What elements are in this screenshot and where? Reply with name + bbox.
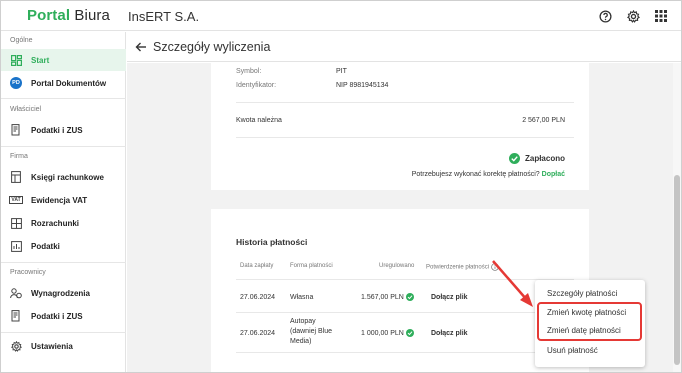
menu-item-payment-details[interactable]: Szczegóły płatności (535, 284, 645, 302)
highlight-box (537, 302, 642, 341)
menu-item-delete-payment[interactable]: Usuń płatność (535, 341, 645, 359)
